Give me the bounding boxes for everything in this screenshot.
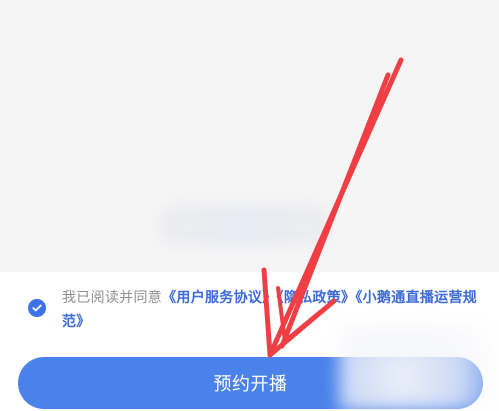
check-circle-icon[interactable]: [28, 299, 46, 317]
right-blur-overlay: [339, 325, 499, 411]
user-service-agreement-link[interactable]: 《用户服务协议》: [162, 290, 276, 306]
privacy-policy-link[interactable]: 《隐私政策》: [277, 290, 356, 306]
blurred-content: [160, 205, 330, 245]
agreement-prefix: 我已阅读并同意: [62, 290, 163, 306]
schedule-stream-button-label: 预约开播: [213, 374, 288, 395]
preview-area: [0, 0, 499, 272]
